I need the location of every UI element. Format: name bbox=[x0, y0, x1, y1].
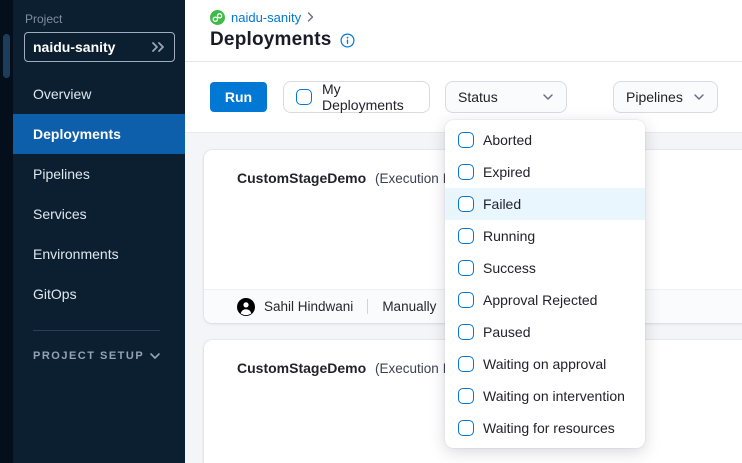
project-name: naidu-sanity bbox=[33, 39, 115, 55]
status-option-checkbox[interactable] bbox=[458, 324, 474, 340]
title-row: Deployments bbox=[210, 29, 742, 51]
sidebar-item-label: Services bbox=[33, 206, 87, 222]
sidebar-item-pipelines[interactable]: Pipelines bbox=[13, 154, 185, 194]
status-option-label: Waiting on approval bbox=[483, 356, 606, 372]
sidebar-divider bbox=[33, 330, 160, 331]
status-option-checkbox[interactable] bbox=[458, 260, 474, 276]
status-option-checkbox[interactable] bbox=[458, 228, 474, 244]
status-option-waiting-for-resources[interactable]: Waiting for resources bbox=[445, 412, 645, 444]
sidebar-item-overview[interactable]: Overview bbox=[13, 74, 185, 114]
status-option-checkbox[interactable] bbox=[458, 164, 474, 180]
status-filter-label: Status bbox=[458, 89, 498, 105]
status-option-checkbox[interactable] bbox=[458, 356, 474, 372]
double-chevron-right-icon[interactable] bbox=[150, 41, 166, 53]
sidebar-nav: Overview Deployments Pipelines Services Envi… bbox=[13, 74, 185, 314]
project-sidebar: Project naidu-sanity Overview Deployments… bbox=[0, 0, 185, 463]
status-option-running[interactable]: Running bbox=[445, 220, 645, 252]
owner-name: Sahil Hindwani bbox=[264, 299, 353, 314]
status-option-label: Paused bbox=[483, 324, 530, 340]
status-filter-dropdown[interactable]: Status bbox=[445, 81, 567, 113]
status-option-checkbox[interactable] bbox=[458, 388, 474, 404]
chevron-right-icon bbox=[307, 12, 314, 22]
status-option-paused[interactable]: Paused bbox=[445, 316, 645, 348]
status-option-checkbox[interactable] bbox=[458, 196, 474, 212]
sidebar-item-label: Deployments bbox=[33, 126, 121, 142]
my-deployments-checkbox[interactable] bbox=[296, 89, 312, 105]
sidebar-item-label: Pipelines bbox=[33, 166, 90, 182]
status-option-label: Approval Rejected bbox=[483, 292, 597, 308]
status-option-checkbox[interactable] bbox=[458, 292, 474, 308]
module-nav-strip bbox=[0, 0, 13, 463]
status-option-label: Running bbox=[483, 228, 535, 244]
sidebar-item-gitops[interactable]: GitOps bbox=[13, 274, 185, 314]
status-option-label: Waiting on intervention bbox=[483, 388, 625, 404]
status-option-waiting-on-approval[interactable]: Waiting on approval bbox=[445, 348, 645, 380]
sidebar-item-services[interactable]: Services bbox=[13, 194, 185, 234]
page-title: Deployments bbox=[210, 29, 332, 51]
status-option-aborted[interactable]: Aborted bbox=[445, 124, 645, 156]
project-setup-section[interactable]: PROJECT SETUP bbox=[33, 350, 161, 362]
status-option-label: Waiting for resources bbox=[483, 420, 615, 436]
status-option-success[interactable]: Success bbox=[445, 252, 645, 284]
chevron-down-icon bbox=[149, 352, 161, 360]
run-button[interactable]: Run bbox=[210, 82, 267, 112]
breadcrumb-project-link[interactable]: naidu-sanity bbox=[231, 10, 301, 25]
module-nav-scroll-thumb[interactable] bbox=[3, 34, 10, 78]
execution-id-note: (Execution Id bbox=[375, 171, 454, 186]
sidebar-item-label: GitOps bbox=[33, 286, 77, 302]
status-filter-menu: Aborted Expired Failed Running Success Approv… bbox=[445, 120, 645, 448]
sidebar-item-label: Environments bbox=[33, 246, 119, 262]
pipeline-name[interactable]: CustomStageDemo bbox=[237, 360, 366, 376]
info-icon[interactable] bbox=[340, 33, 355, 48]
my-deployments-label: My Deployments bbox=[322, 81, 417, 113]
status-option-label: Aborted bbox=[483, 132, 532, 148]
status-option-failed[interactable]: Failed bbox=[445, 188, 645, 220]
my-deployments-toggle[interactable]: My Deployments bbox=[283, 81, 430, 113]
main-area: naidu-sanity Deployments Run My Deployme… bbox=[185, 0, 742, 463]
pipelines-filter-label: Pipelines bbox=[626, 89, 683, 105]
footer-divider bbox=[367, 299, 368, 314]
breadcrumb: naidu-sanity bbox=[210, 9, 742, 25]
status-option-checkbox[interactable] bbox=[458, 420, 474, 436]
execution-id-note: (Execution Id bbox=[375, 361, 454, 376]
sidebar-item-label: Overview bbox=[33, 86, 91, 102]
sidebar-content: Project naidu-sanity Overview Deployments… bbox=[13, 0, 185, 463]
page-header: naidu-sanity Deployments bbox=[185, 0, 742, 62]
chevron-down-icon bbox=[693, 93, 705, 101]
app-root: Project naidu-sanity Overview Deployments… bbox=[0, 0, 742, 463]
sidebar-item-environments[interactable]: Environments bbox=[13, 234, 185, 274]
project-label: Project bbox=[25, 12, 185, 26]
status-option-label: Success bbox=[483, 260, 536, 276]
avatar-icon bbox=[237, 298, 255, 316]
project-setup-label: PROJECT SETUP bbox=[33, 350, 144, 362]
pipelines-filter-dropdown[interactable]: Pipelines bbox=[613, 81, 718, 113]
status-option-checkbox[interactable] bbox=[458, 132, 474, 148]
project-link-icon bbox=[210, 10, 225, 25]
sidebar-item-deployments[interactable]: Deployments bbox=[13, 114, 185, 154]
status-option-label: Failed bbox=[483, 196, 521, 212]
status-option-approval-rejected[interactable]: Approval Rejected bbox=[445, 284, 645, 316]
status-option-waiting-on-intervention[interactable]: Waiting on intervention bbox=[445, 380, 645, 412]
chevron-down-icon bbox=[542, 93, 554, 101]
status-option-label: Expired bbox=[483, 164, 530, 180]
status-option-expired[interactable]: Expired bbox=[445, 156, 645, 188]
trigger-type: Manually bbox=[382, 299, 436, 314]
project-selector[interactable]: naidu-sanity bbox=[24, 32, 175, 62]
pipeline-name[interactable]: CustomStageDemo bbox=[237, 170, 366, 186]
